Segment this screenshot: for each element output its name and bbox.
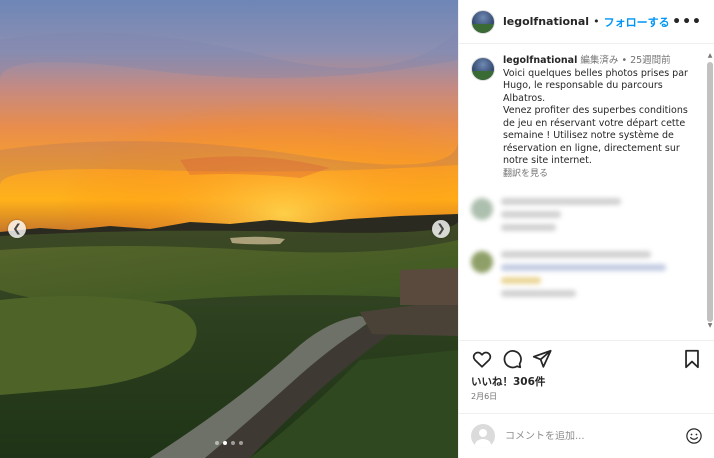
avatar[interactable] [471, 9, 495, 34]
avatar [471, 424, 495, 448]
caption-username[interactable]: legolfnational [503, 55, 577, 66]
avatar[interactable] [471, 57, 495, 81]
post-date[interactable]: 2月6日 [471, 391, 497, 402]
carousel-dot [239, 441, 243, 445]
add-comment-bar [459, 413, 714, 458]
comment-icon[interactable] [501, 348, 523, 370]
heart-icon[interactable] [471, 348, 493, 370]
comment-input[interactable] [505, 430, 675, 442]
likes-count[interactable]: いいね！306件 [471, 374, 545, 389]
carousel-dot [231, 441, 235, 445]
list-item [471, 251, 703, 303]
post-header: legolfnational • フォローする ••• [459, 0, 714, 44]
caption: legolfnational 編集済み • 25週間前 Voici quelqu… [471, 55, 703, 180]
paper-plane-icon[interactable] [531, 348, 553, 370]
list-item [471, 198, 703, 237]
comments-list[interactable]: legolfnational 編集済み • 25週間前 Voici quelqu… [459, 45, 714, 340]
carousel-prev-button[interactable]: ❮ [8, 220, 26, 238]
post-side-panel: legolfnational • フォローする ••• legolfnation… [458, 0, 714, 458]
separator-dot: • [621, 55, 628, 66]
scroll-thumb[interactable] [707, 62, 713, 322]
follow-button[interactable]: フォローする [604, 14, 670, 30]
translate-link[interactable]: 翻訳を見る [503, 168, 699, 181]
carousel-next-button[interactable]: ❯ [432, 220, 450, 238]
chevron-right-icon: ❯ [436, 222, 446, 235]
chevron-left-icon: ❮ [12, 222, 22, 235]
post-photo[interactable]: ❮ ❯ [0, 0, 458, 458]
post-username[interactable]: legolfnational [503, 15, 589, 28]
scroll-down-icon[interactable]: ▼ [707, 322, 713, 330]
caption-time[interactable]: 25週間前 [630, 55, 671, 66]
caption-text: Voici quelques belles photos prises par … [503, 67, 688, 167]
edited-label: 編集済み [580, 55, 619, 66]
separator-dot: • [593, 15, 600, 28]
carousel-indicator [0, 441, 458, 445]
avatar [471, 251, 493, 273]
carousel-dot [215, 441, 219, 445]
comments-scrollbar[interactable]: ▲ ▼ [707, 52, 713, 337]
avatar [471, 198, 493, 220]
golf-sunset-image [0, 0, 458, 458]
action-bar [459, 340, 714, 376]
scroll-up-icon[interactable]: ▲ [707, 52, 713, 60]
smiley-icon[interactable] [685, 427, 703, 445]
bookmark-icon[interactable] [681, 348, 703, 370]
carousel-dot-active [223, 441, 227, 445]
more-options-icon[interactable]: ••• [672, 14, 702, 30]
